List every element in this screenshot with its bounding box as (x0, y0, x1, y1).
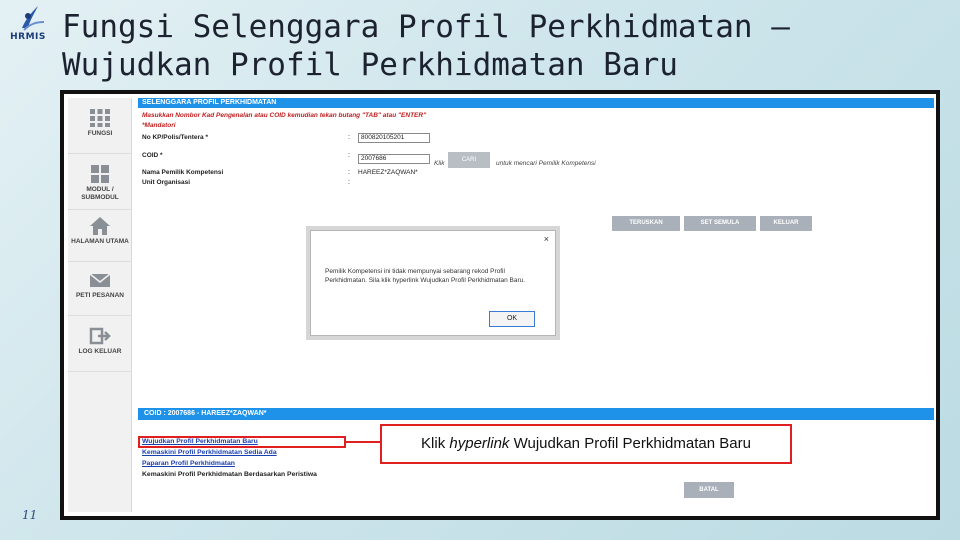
sidebar-item-label: MODUL / SUBMODUL (81, 186, 119, 201)
keluar-button[interactable]: KELUAR (760, 216, 812, 231)
mail-icon (89, 273, 111, 287)
colon: : (348, 134, 350, 141)
callout-connector (346, 441, 380, 443)
hrmis-logo: HRMIS (4, 4, 52, 48)
form-header: SELENGGARA PROFIL PERKHIDMATAN (138, 98, 934, 108)
application-screen: FUNGSI MODUL / SUBMODUL HALAMAN UTAMA PE… (64, 94, 936, 516)
hrmis-logo-icon (22, 6, 45, 31)
highlight-box (138, 436, 346, 448)
kp-input[interactable]: 800820105201 (358, 133, 430, 143)
sidebar-item-log-keluar[interactable]: LOG KELUAR (68, 320, 132, 372)
set-semula-button[interactable]: SET SEMULA (684, 216, 756, 231)
modules-icon (91, 165, 109, 183)
sidebar-item-fungsi[interactable]: FUNGSI (68, 102, 132, 154)
slide-title: Fungsi Selenggara Profil Perkhidmatan – … (62, 9, 790, 83)
ok-button[interactable]: OK (489, 311, 535, 327)
colon: : (348, 169, 350, 176)
logout-icon (89, 327, 111, 345)
sidebar-item-label: HALAMAN UTAMA (71, 238, 129, 245)
home-icon (90, 217, 110, 235)
coid-header-bar: COID : 2007686 - HAREEZ*ZAQWAN* (138, 408, 934, 420)
coid-input[interactable]: 2007686 (358, 154, 430, 164)
link-paparan-profil[interactable]: Paparan Profil Perkhidmatan (142, 460, 235, 467)
cari-button[interactable]: CARI (448, 152, 490, 168)
nama-label: Nama Pemilik Kompetensi (142, 169, 224, 176)
unit-label: Unit Organisasi (142, 179, 191, 186)
form-instruction: Masukkan Nombor Kad Pengenalan atau COID… (142, 112, 427, 119)
main-panel: SELENGGARA PROFIL PERKHIDMATAN Masukkan … (138, 98, 934, 512)
callout-box: Klik hyperlink Wujudkan Profil Perkhidma… (380, 424, 792, 464)
teruskan-button[interactable]: TERUSKAN (612, 216, 680, 231)
klik-suffix: untuk mencari Pemilik Kompetensi (496, 160, 596, 167)
info-dialog: × Pemilik Kompetensi ini tidak mempunyai… (310, 230, 556, 336)
kp-label: No KP/Polis/Tentera * (142, 134, 208, 141)
callout-prefix: Klik (421, 435, 446, 452)
klik-prefix: Klik (434, 160, 445, 167)
kemaskini-peristiwa-item[interactable]: Kemaskini Profil Perkhidmatan Berdasarka… (142, 471, 317, 478)
colon: : (348, 179, 350, 186)
page-number: 11 (22, 508, 38, 522)
logo-text: HRMIS (10, 32, 46, 42)
mandatory-note: *Mandatori (142, 122, 176, 129)
coid-label: COID * (142, 152, 163, 159)
nama-value: HAREEZ*ZAQWAN* (358, 169, 418, 176)
sidebar-item-halaman-utama[interactable]: HALAMAN UTAMA (68, 210, 132, 262)
batal-button[interactable]: BATAL (684, 482, 734, 498)
grid-icon (90, 109, 110, 127)
sidebar-item-label: PETI PESANAN (75, 292, 125, 299)
callout-italic: hyperlink (449, 435, 510, 452)
link-kemaskini-profil[interactable]: Kemaskini Profil Perkhidmatan Sedia Ada (142, 449, 277, 456)
colon: : (348, 152, 350, 159)
sidebar-item-label: FUNGSI (87, 130, 113, 137)
sidebar-item-modul[interactable]: MODUL / SUBMODUL (68, 158, 132, 210)
close-icon[interactable]: × (544, 234, 549, 244)
sidebar-item-peti-pesanan[interactable]: PETI PESANAN (68, 264, 132, 316)
screenshot-frame: FUNGSI MODUL / SUBMODUL HALAMAN UTAMA PE… (60, 90, 940, 520)
sidebar: FUNGSI MODUL / SUBMODUL HALAMAN UTAMA PE… (68, 98, 132, 512)
sidebar-item-label: LOG KELUAR (78, 348, 122, 355)
callout-suffix: Wujudkan Profil Perkhidmatan Baru (513, 435, 751, 452)
dialog-message: Pemilik Kompetensi ini tidak mempunyai s… (325, 268, 526, 284)
